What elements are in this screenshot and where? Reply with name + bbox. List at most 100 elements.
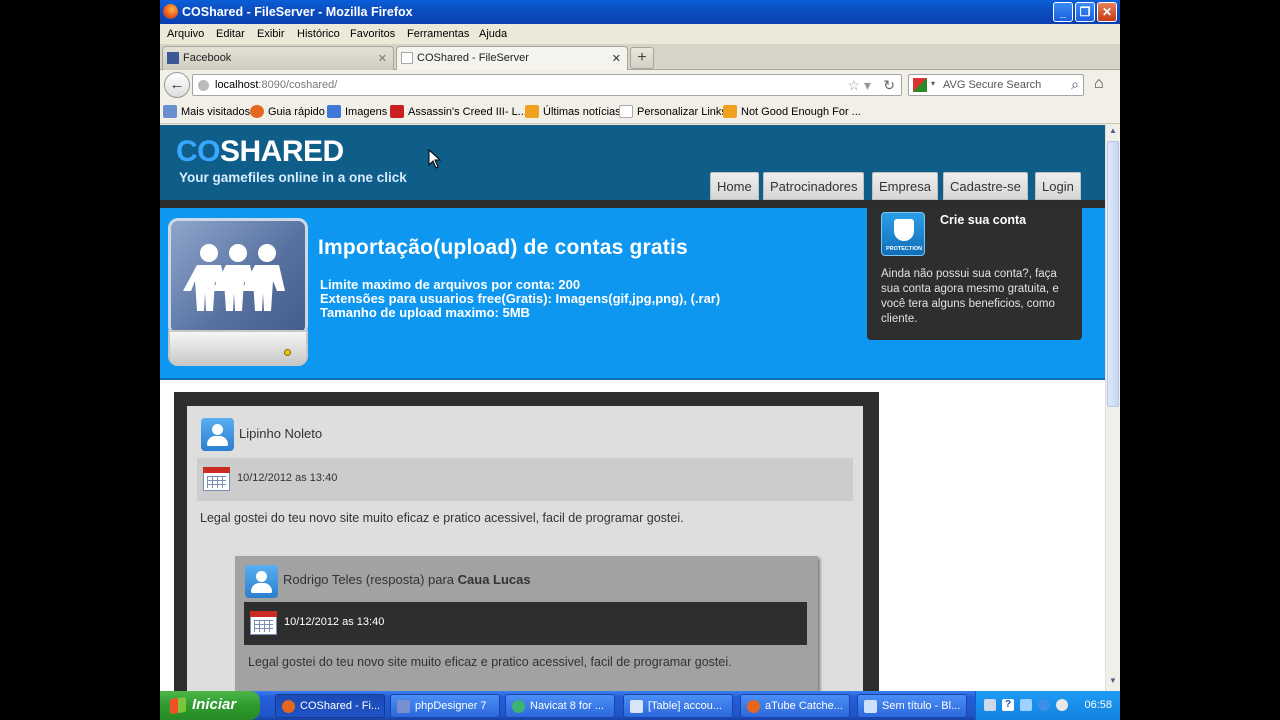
minimize-button[interactable]: _ xyxy=(1053,2,1073,22)
page-viewport: COSHARED Your gamefiles online in a one … xyxy=(160,125,1105,691)
page-icon xyxy=(619,105,633,118)
new-tab-button[interactable]: + xyxy=(630,47,654,69)
hero-limit: Limite maximo de arquivos por conta: 200 xyxy=(320,277,581,292)
protection-label: PROTECTION xyxy=(885,246,923,252)
search-engine-dropdown-icon[interactable]: ▾ xyxy=(931,79,935,88)
signup-title[interactable]: Crie sua conta xyxy=(940,213,1026,227)
search-placeholder: AVG Secure Search xyxy=(943,79,1042,91)
nav-login[interactable]: Login xyxy=(1035,172,1081,200)
tab-coshared[interactable]: COShared - FileServer ✕ xyxy=(396,46,628,71)
user-avatar-icon xyxy=(245,565,278,598)
speaker-icon[interactable] xyxy=(1056,699,1068,711)
nav-patrocinadores[interactable]: Patrocinadores xyxy=(763,172,865,200)
start-button[interactable]: Iniciar xyxy=(160,691,260,720)
back-button[interactable]: ← xyxy=(164,72,190,98)
site-tagline: Your gamefiles online in a one click xyxy=(179,170,407,185)
screen: COShared - FileServer - Mozilla Firefox … xyxy=(160,0,1120,720)
navicat-icon xyxy=(512,700,525,713)
menu-exibir[interactable]: Exibir xyxy=(257,28,285,40)
signup-box: PROTECTION Crie sua conta Ainda não poss… xyxy=(867,208,1082,340)
drive-face xyxy=(168,218,308,336)
bookmark-item[interactable]: Últimas notícias xyxy=(525,105,621,118)
taskbar-label: [Table] accou... xyxy=(648,700,722,712)
bookmark-label: Mais visitados xyxy=(181,106,251,118)
taskbar-item-atube[interactable]: aTube Catche... xyxy=(740,694,850,718)
taskbar-item-table[interactable]: [Table] accou... xyxy=(623,694,733,718)
taskbar-item-coshared[interactable]: COShared - Fi... xyxy=(275,694,385,718)
site-logo[interactable]: COSHARED xyxy=(176,135,344,169)
bookmark-item[interactable]: Mais visitados xyxy=(163,105,251,118)
reply-connector: (resposta) para xyxy=(362,572,458,587)
close-button[interactable]: ✕ xyxy=(1097,2,1117,22)
hero-upload-size: Tamanho de upload maximo: 5MB xyxy=(320,305,530,320)
connection-icon[interactable] xyxy=(1020,699,1032,711)
taskbar-item-navicat[interactable]: Navicat 8 for ... xyxy=(505,694,615,718)
help-icon[interactable]: ? xyxy=(1002,699,1014,711)
menu-bar: Arquivo Editar Exibir Histórico Favorito… xyxy=(160,24,1120,44)
search-bar[interactable]: ▾ AVG Secure Search ⌕ xyxy=(908,74,1084,96)
home-icon[interactable]: ⌂ xyxy=(1094,75,1104,93)
tab-facebook[interactable]: Facebook ✕ xyxy=(162,46,394,70)
bookmark-folder-icon xyxy=(163,105,177,118)
bookmark-label: Assassin's Creed III- L... xyxy=(408,106,527,118)
scroll-down-icon[interactable]: ▼ xyxy=(1107,676,1119,690)
nav-empresa[interactable]: Empresa xyxy=(872,172,939,200)
tab-bar: Facebook ✕ COShared - FileServer ✕ + xyxy=(160,44,1120,71)
search-icon[interactable]: ⌕ xyxy=(1071,76,1079,93)
reload-icon[interactable]: ↻ xyxy=(883,77,895,94)
maximize-button[interactable]: ❐ xyxy=(1075,2,1095,22)
bookmark-label: Últimas notícias xyxy=(543,106,621,118)
menu-ajuda[interactable]: Ajuda xyxy=(479,28,507,40)
search-engine-icon[interactable] xyxy=(913,78,927,92)
bookmark-item[interactable]: Personalizar Links xyxy=(619,105,727,118)
comment-author: Lipinho Noleto xyxy=(239,426,323,441)
globe-icon xyxy=(198,80,209,91)
taskbar-label: phpDesigner 7 xyxy=(415,700,487,712)
windows-taskbar: Iniciar COShared - Fi... phpDesigner 7 N… xyxy=(160,691,1120,720)
reply-author-line: Rodrigo Teles (resposta) para Caua Lucas xyxy=(283,572,531,587)
reply-date-bar: 10/12/2012 as 13:40 xyxy=(244,602,807,645)
shield-icon xyxy=(894,219,914,241)
hero-extensions: Extensões para usuarios free(Gratis): Im… xyxy=(320,291,721,306)
bookmark-item[interactable]: Assassin's Creed III- L... xyxy=(390,105,527,118)
logo-co: CO xyxy=(176,135,221,168)
rss-icon xyxy=(723,105,737,118)
menu-favoritos[interactable]: Favoritos xyxy=(350,28,395,40)
vertical-scrollbar[interactable]: ▲ ▼ xyxy=(1105,125,1120,691)
nav-home[interactable]: Home xyxy=(710,172,759,200)
firefox-icon xyxy=(250,105,264,118)
tab-close-icon[interactable]: ✕ xyxy=(612,52,621,65)
bookmark-item[interactable]: Not Good Enough For ... xyxy=(723,105,861,118)
table-icon xyxy=(630,700,643,713)
address-bar[interactable]: localhost:8090/coshared/ ☆ ▾ ↻ xyxy=(192,74,902,96)
bookmarks-toolbar: Mais visitados Guia rápido Imagens Assas… xyxy=(160,100,1120,124)
scroll-up-icon[interactable]: ▲ xyxy=(1107,126,1119,140)
reply-date: 10/12/2012 as 13:40 xyxy=(284,616,385,628)
scrollbar-thumb[interactable] xyxy=(1107,141,1119,407)
taskbar-label: aTube Catche... xyxy=(765,700,843,712)
reply-author: Rodrigo Teles xyxy=(283,572,363,587)
network-icon[interactable] xyxy=(984,699,996,711)
menu-ferramentas[interactable]: Ferramentas xyxy=(407,28,469,40)
menu-editar[interactable]: Editar xyxy=(216,28,245,40)
nav-cadastre-se[interactable]: Cadastre-se xyxy=(943,172,1028,200)
url-host: localhost xyxy=(215,79,259,91)
hero-title: Importação(upload) de contas gratis xyxy=(318,236,688,259)
reply-recipient: Caua Lucas xyxy=(457,572,531,587)
avg-icon[interactable] xyxy=(1038,699,1050,711)
comment-date: 10/12/2012 as 13:40 xyxy=(237,472,338,484)
menu-arquivo[interactable]: Arquivo xyxy=(167,28,204,40)
taskbar-item-phpdesigner[interactable]: phpDesigner 7 xyxy=(390,694,500,718)
bookmark-item[interactable]: Imagens xyxy=(327,105,387,118)
taskbar-item-bloco-de-notas[interactable]: Sem título - Bl... xyxy=(857,694,967,718)
page-icon xyxy=(401,52,413,64)
menu-historico[interactable]: Histórico xyxy=(297,28,340,40)
bookmark-label: Personalizar Links xyxy=(637,106,727,118)
tab-close-icon[interactable]: ✕ xyxy=(378,52,387,65)
bookmark-label: Guia rápido xyxy=(268,106,325,118)
calendar-icon xyxy=(250,611,277,635)
bookmark-star-icon[interactable]: ☆ ▾ xyxy=(848,77,871,94)
system-tray: ? 06:58 xyxy=(975,691,1120,720)
taskbar-label: Navicat 8 for ... xyxy=(530,700,604,712)
bookmark-item[interactable]: Guia rápido xyxy=(250,105,325,118)
